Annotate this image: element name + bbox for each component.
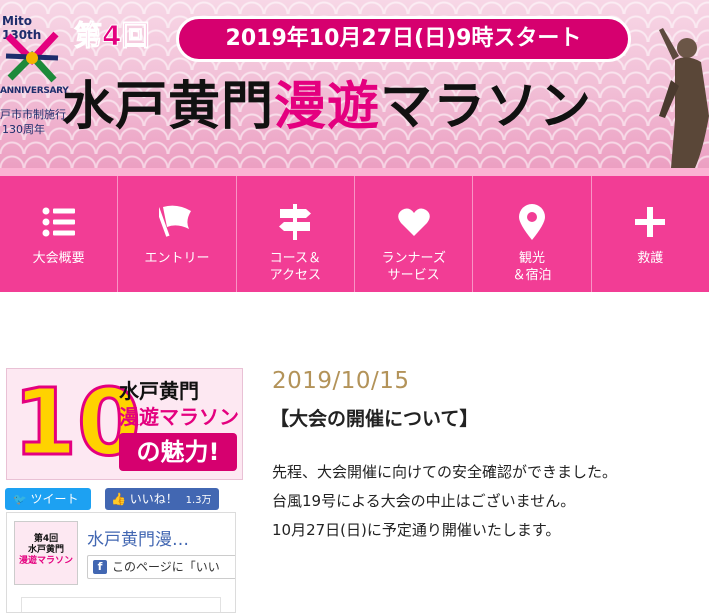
facebook-page-like-label: このページに「いい: [112, 560, 220, 574]
title-highlight: 漫遊: [274, 77, 381, 137]
nav-label-sightseeing: 観光 ＆宿泊: [512, 251, 552, 283]
nav-item-entry[interactable]: エントリー: [118, 176, 237, 292]
nav-label-entry: エントリー: [144, 251, 210, 266]
map-pin-icon: [512, 202, 552, 242]
nav-label-overview: 大会概要: [32, 251, 85, 266]
main-nav: 大会概要 エントリー コース＆ アクセス ランナーズ サービス 観光 ＆宿泊 救…: [0, 168, 709, 292]
logo-city-text: 戸市市制施行: [0, 108, 66, 121]
facebook-page-like-button[interactable]: f このページに「いい: [87, 555, 235, 579]
thumb-line2: 水戸黄門: [27, 545, 64, 555]
nav-label-course-access: コース＆ アクセス: [269, 251, 321, 283]
ten-charms-banner[interactable]: 10 水戸黄門 漫遊マラソン の魅力!: [6, 368, 243, 480]
mito-komon-statue-image: [659, 28, 709, 168]
title-suffix: マラソン: [380, 77, 593, 137]
tweet-label: ツイート: [30, 492, 79, 506]
tweet-button[interactable]: 🐦 ツイート: [5, 488, 91, 510]
logo-emblem-icon: [5, 31, 59, 83]
post-body-line: 先程、大会開催に向けての安全確認ができました。: [272, 463, 618, 481]
logo-anniversary-text: ANNIVERSARY: [0, 86, 69, 96]
like-label: いいね！: [129, 492, 178, 506]
twitter-bird-icon: 🐦: [13, 493, 27, 506]
facebook-page-thumbnail[interactable]: 第4回 水戸黄門 漫遊マラソン: [14, 521, 78, 585]
post-date: 2019/10/15: [272, 368, 410, 394]
nav-item-sightseeing[interactable]: 観光 ＆宿泊: [473, 176, 592, 292]
thumbs-up-icon: 👍: [111, 492, 126, 506]
edition-label: 第4回: [73, 19, 150, 53]
facebook-icon: f: [93, 560, 107, 574]
nav-item-overview[interactable]: 大会概要: [0, 176, 119, 292]
banner-line2: 漫遊マラソン: [119, 405, 239, 429]
banner-line1: 水戸黄門: [119, 379, 199, 403]
like-count: 1.3万: [185, 495, 212, 506]
post-body-line: 台風19号による大会の中止はございません。: [272, 492, 576, 510]
banner-line3: の魅力!: [119, 433, 237, 471]
facebook-post-preview: [21, 597, 221, 612]
thumb-line1: 第4回: [33, 534, 59, 544]
facebook-page-plugin: 第4回 水戸黄門 漫遊マラソン 水戸黄門漫… f このページに「いい: [6, 512, 236, 613]
list-icon: [39, 202, 79, 242]
nav-item-first-aid[interactable]: 救護: [592, 176, 709, 292]
facebook-like-button[interactable]: 👍 いいね！ 1.3万: [105, 488, 219, 510]
logo-years-text: 130周年: [2, 123, 45, 136]
flag-icon: [157, 202, 197, 242]
title-prefix: 水戸黄門: [62, 77, 275, 137]
post-title: 【大会の開催について】: [270, 408, 479, 430]
post-body: 先程、大会開催に向けての安全確認ができました。 台風19号による大会の中止はござ…: [272, 458, 617, 545]
plus-icon: [630, 202, 670, 242]
event-title: 水戸黄門漫遊マラソン: [62, 64, 592, 139]
nav-label-first-aid: 救護: [637, 251, 664, 266]
nav-item-runners-service[interactable]: ランナーズ サービス: [355, 176, 474, 292]
heart-icon: [394, 202, 434, 242]
nav-label-runners-service: ランナーズ サービス: [381, 251, 446, 283]
race-date-pill: 2019年10月27日(日)9時スタート: [176, 16, 631, 62]
header-banner: Mito 130th ANNIVERSARY 戸市市制施行 130周年 第4回 …: [0, 0, 709, 168]
facebook-page-name-link[interactable]: 水戸黄門漫…: [87, 525, 189, 550]
nav-item-course-access[interactable]: コース＆ アクセス: [237, 176, 355, 292]
thumb-line3: 漫遊マラソン: [19, 556, 74, 566]
signpost-icon: [275, 202, 315, 242]
post-body-line: 10月27日(日)に予定通り開催いたします。: [272, 521, 561, 539]
